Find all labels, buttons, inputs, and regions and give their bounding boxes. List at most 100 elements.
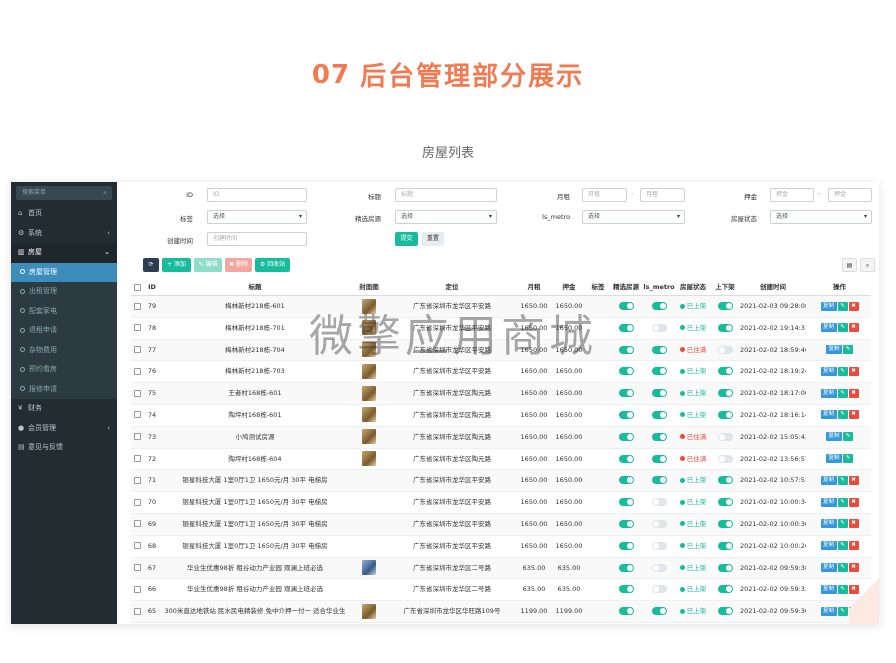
- featured-toggle[interactable]: [618, 345, 634, 354]
- column-header[interactable]: 月租: [517, 279, 551, 296]
- row-checkbox[interactable]: [133, 302, 141, 310]
- featured-toggle[interactable]: [618, 476, 634, 485]
- row-checkbox[interactable]: [133, 564, 141, 572]
- filter-metro-select[interactable]: 选择 ▾: [582, 210, 685, 224]
- filter-rent-max[interactable]: 月租: [640, 188, 685, 202]
- sidebar-item[interactable]: ▤ 意见与反馈: [11, 438, 117, 458]
- columns-toggle-button[interactable]: ▤: [842, 258, 857, 272]
- edit-row-button[interactable]: ✎: [843, 432, 853, 442]
- sidebar-subitem[interactable]: 杂物费用: [11, 341, 117, 361]
- select-all-checkbox[interactable]: [131, 279, 143, 296]
- featured-toggle[interactable]: [618, 432, 634, 441]
- shelf-toggle[interactable]: [717, 541, 733, 550]
- reset-button[interactable]: 重置: [422, 232, 444, 246]
- featured-toggle[interactable]: [618, 389, 634, 398]
- sidebar-item[interactable]: ⌂ 首页: [11, 204, 117, 224]
- delete-button[interactable]: ✖ 删除: [225, 258, 252, 272]
- edit-row-button[interactable]: ✎: [837, 323, 848, 333]
- shelf-toggle[interactable]: [717, 585, 733, 594]
- shelf-toggle[interactable]: [717, 302, 733, 310]
- copy-button[interactable]: 复制: [820, 388, 837, 398]
- row-checkbox-cell[interactable]: [131, 492, 143, 514]
- shelf-toggle[interactable]: [717, 498, 733, 507]
- featured-toggle[interactable]: [618, 607, 634, 616]
- row-checkbox[interactable]: [133, 389, 141, 397]
- shelf-toggle[interactable]: [717, 389, 733, 398]
- column-header[interactable]: ID: [145, 279, 159, 296]
- featured-toggle[interactable]: [618, 323, 634, 332]
- sidebar-subitem[interactable]: 报修申请: [11, 380, 117, 400]
- column-header[interactable]: ls_metro: [643, 279, 675, 296]
- copy-button[interactable]: 复制: [826, 345, 842, 355]
- metro-toggle[interactable]: [651, 345, 667, 354]
- edit-row-button[interactable]: ✎: [837, 606, 848, 616]
- sidebar-subitem[interactable]: 退租申请: [11, 321, 117, 341]
- edit-row-button[interactable]: ✎: [843, 345, 853, 355]
- add-button[interactable]: + 添加: [162, 258, 191, 272]
- row-checkbox[interactable]: [133, 476, 141, 484]
- edit-row-button[interactable]: ✎: [837, 301, 848, 311]
- row-checkbox[interactable]: [133, 324, 141, 332]
- sidebar-item[interactable]: ▥ 房屋 ⌄: [11, 243, 117, 263]
- row-checkbox[interactable]: [133, 411, 141, 419]
- filter-featured-select[interactable]: 选择 ▾: [395, 210, 497, 224]
- copy-button[interactable]: 复制: [820, 606, 837, 616]
- delete-row-button[interactable]: ✖: [848, 410, 859, 420]
- row-checkbox-cell[interactable]: [131, 470, 143, 492]
- column-header[interactable]: 操作: [808, 279, 871, 296]
- sidebar-item[interactable]: ● 会员管理 ‹: [11, 419, 117, 439]
- edit-row-button[interactable]: ✎: [837, 519, 848, 529]
- filter-title-input[interactable]: 标题: [395, 188, 497, 202]
- delete-row-button[interactable]: ✖: [848, 366, 859, 376]
- row-checkbox-cell[interactable]: [131, 601, 143, 623]
- sidebar-item[interactable]: ¥ 财务: [11, 399, 117, 419]
- shelf-toggle[interactable]: [717, 563, 733, 572]
- edit-row-button[interactable]: ✎: [837, 563, 848, 573]
- sidebar-subitem[interactable]: 预约看房: [11, 360, 117, 380]
- featured-toggle[interactable]: [618, 367, 634, 376]
- row-checkbox[interactable]: [133, 542, 141, 550]
- shelf-toggle[interactable]: [717, 345, 733, 354]
- filter-deposit-max[interactable]: 押金: [828, 188, 872, 202]
- edit-row-button[interactable]: ✎: [837, 410, 848, 420]
- search-toggle-button[interactable]: ⌕: [860, 258, 875, 272]
- delete-row-button[interactable]: ✖: [848, 388, 859, 398]
- metro-toggle[interactable]: [651, 323, 667, 332]
- row-checkbox[interactable]: [133, 585, 141, 593]
- copy-button[interactable]: 复制: [820, 475, 837, 485]
- column-header[interactable]: 创建时间: [740, 279, 806, 296]
- copy-button[interactable]: 复制: [820, 497, 837, 507]
- edit-row-button[interactable]: ✎: [837, 541, 848, 551]
- copy-button[interactable]: 复制: [820, 519, 837, 529]
- copy-button[interactable]: 复制: [820, 323, 837, 333]
- row-checkbox[interactable]: [133, 607, 141, 615]
- filter-id-input[interactable]: ID: [207, 188, 307, 202]
- copy-button[interactable]: 复制: [826, 432, 842, 442]
- metro-toggle[interactable]: [651, 607, 667, 616]
- sidebar-subitem[interactable]: 出租管理: [11, 282, 117, 302]
- recycle-bin-button[interactable]: ⚙ 回收站: [255, 258, 290, 272]
- column-header[interactable]: 房屋状态: [676, 279, 710, 296]
- featured-toggle[interactable]: [618, 519, 634, 528]
- featured-toggle[interactable]: [618, 585, 634, 594]
- row-checkbox[interactable]: [133, 520, 141, 528]
- row-checkbox-cell[interactable]: [131, 579, 143, 601]
- shelf-toggle[interactable]: [717, 476, 733, 485]
- sidebar-subitem[interactable]: 房屋管理: [11, 262, 117, 282]
- edit-row-button[interactable]: ✎: [837, 497, 848, 507]
- metro-toggle[interactable]: [651, 476, 667, 485]
- search-icon[interactable]: ⌕: [103, 186, 107, 200]
- filter-status-select[interactable]: 选择 ▾: [770, 210, 872, 224]
- row-checkbox[interactable]: [133, 346, 141, 354]
- shelf-toggle[interactable]: [717, 432, 733, 441]
- filter-created-input[interactable]: 创建时间: [207, 232, 307, 246]
- sidebar-item[interactable]: ⚙ 系统 ‹: [11, 224, 117, 244]
- filter-tag-select[interactable]: 选择 ▾: [207, 210, 307, 224]
- sidebar-search[interactable]: 搜索菜单 ⌕: [16, 186, 112, 200]
- featured-toggle[interactable]: [618, 410, 634, 419]
- copy-button[interactable]: 复制: [820, 301, 837, 311]
- featured-toggle[interactable]: [618, 454, 634, 463]
- row-checkbox[interactable]: [133, 498, 141, 506]
- shelf-toggle[interactable]: [717, 519, 733, 528]
- featured-toggle[interactable]: [618, 302, 634, 310]
